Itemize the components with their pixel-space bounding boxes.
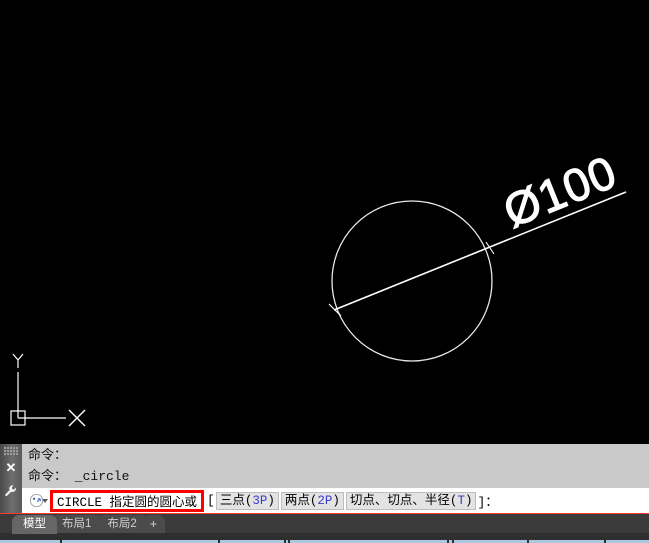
drawing-canvas[interactable]: Ø100 [0,0,649,444]
ucs-y-glyph-right [17,353,24,361]
chevron-down-icon[interactable] [42,499,48,503]
drawn-circle[interactable] [331,200,493,362]
wrench-icon[interactable] [0,480,22,502]
tab-model[interactable]: 模型 [12,515,57,534]
crosshair-cursor[interactable] [68,409,86,427]
command-input-row[interactable]: CIRCLE 指定圆的圆心或 [ 三点(3P) 两点(2P) 切点、切点、半径(… [22,488,649,513]
option-3p-label: 三点( [219,493,253,508]
canvas-graphics: Ø100 [10,145,627,427]
command-window-sidebar: ✕ [0,444,22,513]
command-prompt[interactable]: CIRCLE 指定圆的圆心或 [ 三点(3P) 两点(2P) 切点、切点、半径(… [50,488,649,513]
option-3p[interactable]: 三点(3P) [215,491,279,510]
prompt-text: CIRCLE 指定圆的圆心或 [57,496,198,510]
option-ttr[interactable]: 切点、切点、半径(T) [345,491,477,510]
dimension-tick-left [328,303,342,317]
command-window: ✕ 命令： 命令： _circle CIRCLE 指定圆的圆心或 [三点(3P… [0,444,649,513]
command-history-line: 命令： [28,448,68,463]
command-history[interactable]: 命令： 命令： _circle [22,444,649,488]
option-ttr-tail: ) [464,493,473,508]
close-icon[interactable]: ✕ [0,458,22,478]
tab-layout1[interactable]: 布局1 [51,515,103,534]
circle-command-icon[interactable] [22,488,50,513]
option-ttr-label: 切点、切点、半径( [349,493,458,508]
diameter-dimension-text-group: Ø100 [496,145,625,238]
tab-layout2[interactable]: 布局2 [96,515,148,534]
add-layout-button[interactable]: + [141,515,165,534]
layout-tabbar: 模型 布局1 布局2 + [0,513,649,534]
option-2p[interactable]: 两点(2P) [280,491,344,510]
option-2p-tail: ) [332,493,340,508]
status-bar [0,533,649,543]
bracket-open: [ [207,493,215,508]
bracket-close: ]： [477,495,499,510]
layout-tabs: 模型 布局1 布局2 + [12,514,165,534]
wrench-glyph [5,485,16,497]
command-history-line: 命令： _circle [28,469,130,484]
option-ttr-hotkey: T [457,493,465,508]
drag-grip-icon[interactable] [4,447,19,455]
option-3p-hotkey: 3P [252,493,268,508]
option-2p-label: 两点( [284,493,318,508]
ucs-icon [10,353,66,426]
option-2p-hotkey: 2P [317,493,333,508]
autocad-window: Ø100 ✕ 命令： 命令： _circle CIRCLE 指定圆的圆心或 [… [0,0,649,543]
diameter-dimension-text[interactable]: Ø100 [496,145,625,238]
ucs-y-glyph-left [12,353,19,361]
highlighted-prompt-box: CIRCLE 指定圆的圆心或 [50,489,205,512]
option-3p-tail: ) [267,493,275,508]
